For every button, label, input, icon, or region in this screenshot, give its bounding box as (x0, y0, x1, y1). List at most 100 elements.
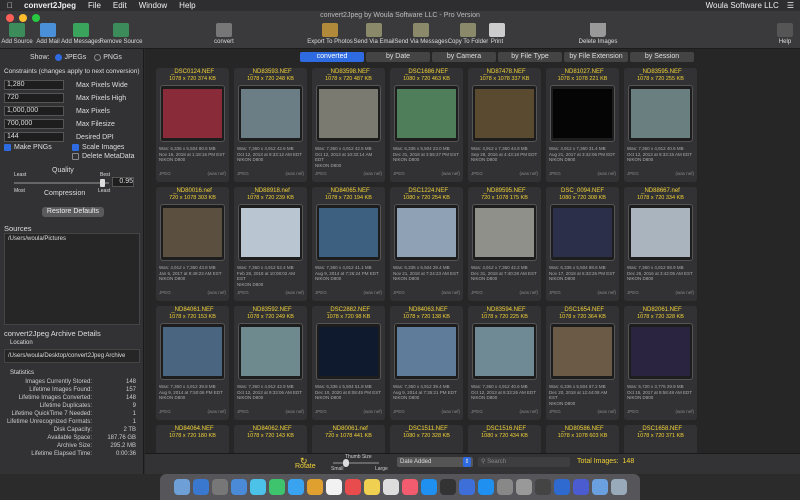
image-thumbnail[interactable] (628, 323, 693, 380)
image-card[interactable]: _DSC1516.NEF 1080 x 720 434 KB (468, 425, 541, 455)
sources-list[interactable]: /Users/woula/Pictures (4, 233, 140, 325)
max-pixels-input[interactable]: 1,000,000 (4, 106, 64, 116)
dock-app-icon[interactable] (382, 479, 399, 495)
image-card[interactable]: _DSC2882.NEF 1078 x 720 98 KB Was: 6,336 x… (312, 306, 385, 420)
dock-app-icon[interactable] (420, 479, 437, 495)
image-thumbnail[interactable] (550, 204, 615, 261)
image-thumbnail[interactable] (472, 204, 537, 261)
dock-app-icon[interactable] (363, 479, 380, 495)
source-path[interactable]: /Users/woula/Pictures (5, 234, 139, 244)
menu-app-name[interactable]: convert2Jpeg (24, 1, 76, 10)
desired-dpi-input[interactable]: 144 (4, 132, 64, 142)
image-card[interactable]: _ND82061.NEF 1078 x 720 328 KB Was: 5,720 … (624, 306, 697, 420)
image-thumbnail[interactable] (628, 85, 693, 142)
max-filesize-input[interactable]: 700,000 (4, 119, 64, 129)
image-thumbnail[interactable] (316, 204, 381, 261)
max-pixels-high-input[interactable]: 720 (4, 93, 64, 103)
apple-menu-icon[interactable]:  (4, 1, 16, 10)
image-card[interactable]: _ND80016.nef 720 x 1078 303 KB Was: 4,912 … (156, 187, 229, 301)
delete-images-button[interactable]: Delete Images (575, 23, 621, 45)
export-to-photos-button[interactable]: Export To Photos (305, 23, 355, 45)
tab-by-camera[interactable]: by Camera (432, 52, 496, 62)
restore-defaults-button[interactable]: Restore Defaults (42, 207, 104, 217)
image-thumbnail[interactable] (316, 85, 381, 142)
image-card[interactable]: _DSC1511.NEF 1080 x 720 328 KB (390, 425, 463, 455)
dock-app-icon[interactable] (553, 479, 570, 495)
dock-app-icon[interactable] (610, 479, 627, 495)
image-card[interactable]: _ND80586.NEF 1078 x 1078 603 KB (546, 425, 619, 455)
image-card[interactable]: _ND84061.NEF 1078 x 720 153 KB Was: 7,360 … (156, 306, 229, 420)
image-thumbnail[interactable] (628, 204, 693, 261)
image-card[interactable]: _ND83598.NEF 1078 x 720 487 KB Was: 7,360 … (312, 68, 385, 182)
image-thumbnail[interactable] (550, 85, 615, 142)
image-card[interactable]: _DSC1224.NEF 1080 x 720 254 KB Was: 6,336 … (390, 187, 463, 301)
thumb-size-knob[interactable] (343, 459, 349, 467)
thumb-size-slider[interactable] (333, 459, 379, 467)
image-thumbnail[interactable] (160, 204, 225, 261)
image-thumbnail[interactable] (160, 85, 225, 142)
quality-value[interactable]: 0.95 (112, 177, 134, 187)
menu-window[interactable]: Window (139, 1, 167, 10)
menu-edit[interactable]: Edit (113, 1, 127, 10)
tab-converted[interactable]: converted (300, 52, 364, 62)
image-thumbnail[interactable] (394, 85, 459, 142)
dock-app-icon[interactable] (401, 479, 418, 495)
image-card[interactable]: _ND88667.nef 1078 x 720 334 KB Was: 7,360 … (624, 187, 697, 301)
dock-app-icon[interactable] (515, 479, 532, 495)
image-card[interactable]: _ND83595.NEF 1078 x 720 255 KB Was: 7,360 … (624, 68, 697, 182)
dock-app-icon[interactable] (477, 479, 494, 495)
dock-app-icon[interactable] (572, 479, 589, 495)
dock-app-icon[interactable] (591, 479, 608, 495)
dock-app-icon[interactable] (344, 479, 361, 495)
image-thumbnail[interactable] (472, 85, 537, 142)
menu-file[interactable]: File (88, 1, 101, 10)
dock-app-icon[interactable] (325, 479, 342, 495)
send-via-messages-button[interactable]: Send Via Messages (394, 23, 448, 45)
dock-app-icon[interactable] (249, 479, 266, 495)
image-card[interactable]: _ND89595.NEF 720 x 1078 175 KB Was: 4,912 … (468, 187, 541, 301)
dock-app-icon[interactable] (211, 479, 228, 495)
remove-source-button[interactable]: Remove Source (98, 23, 144, 45)
dock-app-icon[interactable] (268, 479, 285, 495)
image-thumbnail[interactable] (394, 323, 459, 380)
image-thumbnail[interactable] (238, 85, 303, 142)
dock-app-icon[interactable] (287, 479, 304, 495)
image-card[interactable]: DSC_0094.NEF 1080 x 720 308 KB Was: 6,336 … (546, 187, 619, 301)
image-thumbnail[interactable] (394, 204, 459, 261)
image-thumbnail[interactable] (238, 204, 303, 261)
image-card[interactable]: _ND84065.NEF 1078 x 720 194 KB Was: 7,360 … (312, 187, 385, 301)
image-card[interactable]: _ND83592.NEF 1078 x 720 249 KB Was: 7,360 … (234, 306, 307, 420)
dock-app-icon[interactable] (306, 479, 323, 495)
rotate-label[interactable]: Rotate (295, 463, 316, 470)
image-card[interactable]: _ND84062.NEF 1078 x 720 143 KB (234, 425, 307, 455)
delete-metadata-checkbox[interactable] (72, 153, 79, 160)
image-thumbnail[interactable] (316, 323, 381, 380)
image-thumbnail[interactable] (238, 323, 303, 380)
image-card[interactable]: _ND87478.NEF 1078 x 1078 337 KB Was: 4,912… (468, 68, 541, 182)
tab-by-date[interactable]: by Date (366, 52, 430, 62)
image-card[interactable]: _ND80061.nef 720 x 1078 441 KB (312, 425, 385, 455)
dock-app-icon[interactable] (496, 479, 513, 495)
quality-slider[interactable] (14, 179, 109, 187)
image-card[interactable]: _ND84064.NEF 1078 x 720 180 KB (156, 425, 229, 455)
dock-app-icon[interactable] (230, 479, 247, 495)
dock-app-icon[interactable] (458, 479, 475, 495)
search-input[interactable]: ⚲ Search (478, 457, 570, 467)
help-button[interactable]: Help (770, 23, 800, 45)
make-pngs-checkbox[interactable] (4, 144, 11, 151)
menu-help[interactable]: Help (179, 1, 195, 10)
image-thumbnail[interactable] (550, 323, 615, 380)
image-card[interactable]: _DSC1658.NEF 1078 x 720 371 KB (624, 425, 697, 455)
send-via-email-button[interactable]: Send Via Email (351, 23, 397, 45)
image-card[interactable]: _ND84063.NEF 1078 x 720 138 KB Was: 7,360 … (390, 306, 463, 420)
image-card[interactable]: _ND83594.NEF 1078 x 720 225 KB Was: 7,360 … (468, 306, 541, 420)
quality-slider-knob[interactable] (99, 179, 105, 187)
sort-select[interactable]: Date Added ⇕ (397, 457, 473, 467)
max-pixels-wide-input[interactable]: 1,280 (4, 80, 64, 90)
tab-by-session[interactable]: by Session (630, 52, 694, 62)
scale-images-checkbox[interactable] (72, 144, 79, 151)
tab-by-file-extension[interactable]: by File Extension (564, 52, 628, 62)
dock-app-icon[interactable] (534, 479, 551, 495)
image-thumbnail[interactable] (160, 323, 225, 380)
convert-button[interactable]: convert (201, 23, 247, 45)
